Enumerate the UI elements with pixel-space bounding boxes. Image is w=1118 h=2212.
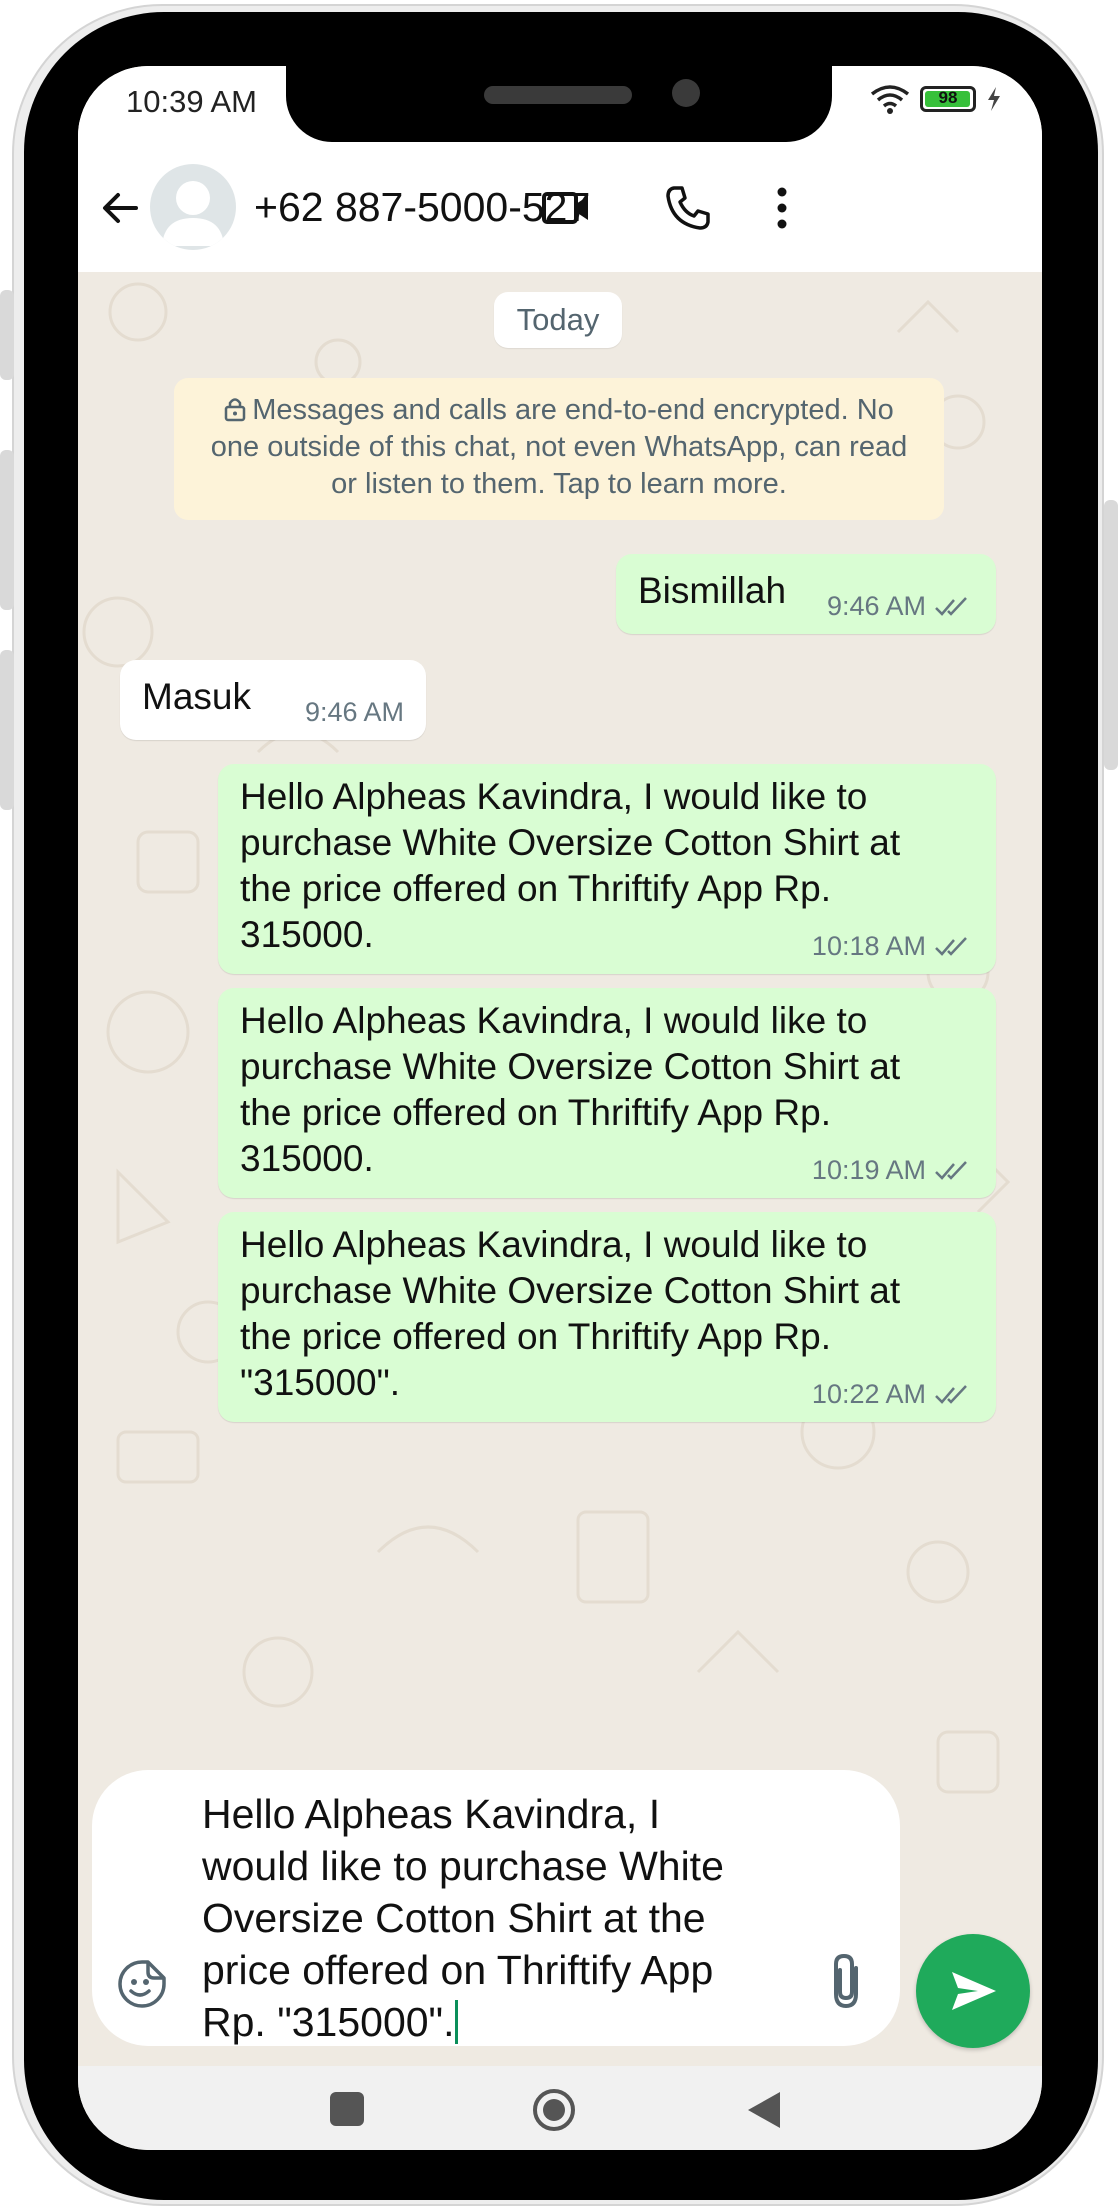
back-icon[interactable]: [742, 2088, 784, 2132]
message-text: Bismillah: [638, 570, 787, 611]
message-time: 10:22 AM: [811, 1379, 926, 1409]
double-check-icon: [935, 1160, 967, 1180]
front-camera: [672, 79, 700, 107]
message-text: Hello Alpheas Kavindra, I would like to …: [240, 1224, 901, 1403]
send-icon: [952, 1972, 996, 2010]
home-icon[interactable]: [532, 2088, 576, 2132]
back-arrow-icon[interactable]: [96, 184, 144, 232]
double-check-icon: [935, 596, 967, 616]
recent-apps-icon[interactable]: [330, 2092, 364, 2126]
wifi-icon: [870, 85, 910, 114]
system-nav-bar: [78, 2066, 1042, 2150]
send-button[interactable]: [916, 1934, 1030, 2048]
default-avatar-icon: [162, 181, 224, 246]
avatar[interactable]: [150, 164, 236, 250]
message-text: Masuk: [142, 676, 251, 717]
message-meta: 10:19 AM: [812, 1155, 974, 1186]
lock-icon: [224, 398, 246, 422]
message-meta: 10:18 AM: [812, 931, 974, 962]
message-text: Hello Alpheas Kavindra, I would like to …: [240, 1000, 901, 1179]
message-bubble-incoming[interactable]: Masuk 9:46 AM: [120, 660, 426, 740]
phone-screen: 10:39 AM 98 +62 887-5000-527 Today Messa…: [78, 66, 1042, 2150]
encryption-notice[interactable]: Messages and calls are end-to-end encryp…: [174, 378, 944, 520]
date-chip: Today: [494, 292, 622, 348]
encryption-notice-text: Messages and calls are end-to-end encryp…: [210, 394, 908, 500]
chat-header: +62 887-5000-527: [78, 146, 1042, 272]
message-input-field[interactable]: Hello Alpheas Kavindra, I would like to …: [202, 1788, 822, 2048]
status-time: 10:39 AM: [126, 84, 257, 119]
message-bubble-outgoing[interactable]: Hello Alpheas Kavindra, I would like to …: [218, 988, 996, 1198]
message-bubble-outgoing[interactable]: Bismillah 9:46 AM: [616, 554, 996, 634]
message-meta: 9:46 AM: [305, 697, 404, 728]
message-time: 10:18 AM: [811, 931, 926, 961]
charging-bolt-icon: [988, 87, 1000, 111]
camera-notch: [286, 66, 832, 142]
battery-level: 98: [938, 88, 958, 107]
message-time: 9:46 AM: [826, 591, 926, 621]
more-options-icon[interactable]: [754, 180, 810, 236]
double-check-icon: [935, 1384, 967, 1404]
side-button: [0, 450, 14, 610]
message-input-box[interactable]: Hello Alpheas Kavindra, I would like to …: [92, 1770, 900, 2046]
attach-paperclip-icon[interactable]: [822, 1950, 872, 2012]
text-caret: [454, 2000, 458, 2044]
message-meta: 10:22 AM: [812, 1379, 974, 1410]
double-check-icon: [935, 936, 967, 956]
message-time: 10:19 AM: [811, 1155, 926, 1185]
message-bubble-outgoing[interactable]: Hello Alpheas Kavindra, I would like to …: [218, 1212, 996, 1422]
side-button: [0, 290, 14, 380]
side-button: [1104, 500, 1118, 770]
message-meta: 9:46 AM: [827, 591, 974, 622]
message-text: Hello Alpheas Kavindra, I would like to …: [240, 776, 901, 955]
emoji-sticker-icon[interactable]: [116, 1958, 168, 2010]
video-call-icon[interactable]: [538, 180, 594, 236]
message-input-value: Hello Alpheas Kavindra, I would like to …: [202, 1791, 724, 2045]
voice-call-icon[interactable]: [660, 180, 716, 236]
battery-icon: 98: [920, 86, 976, 112]
message-bubble-outgoing[interactable]: Hello Alpheas Kavindra, I would like to …: [218, 764, 996, 974]
earpiece-speaker: [484, 86, 632, 104]
message-time: 9:46 AM: [304, 697, 404, 727]
side-button: [0, 650, 14, 810]
